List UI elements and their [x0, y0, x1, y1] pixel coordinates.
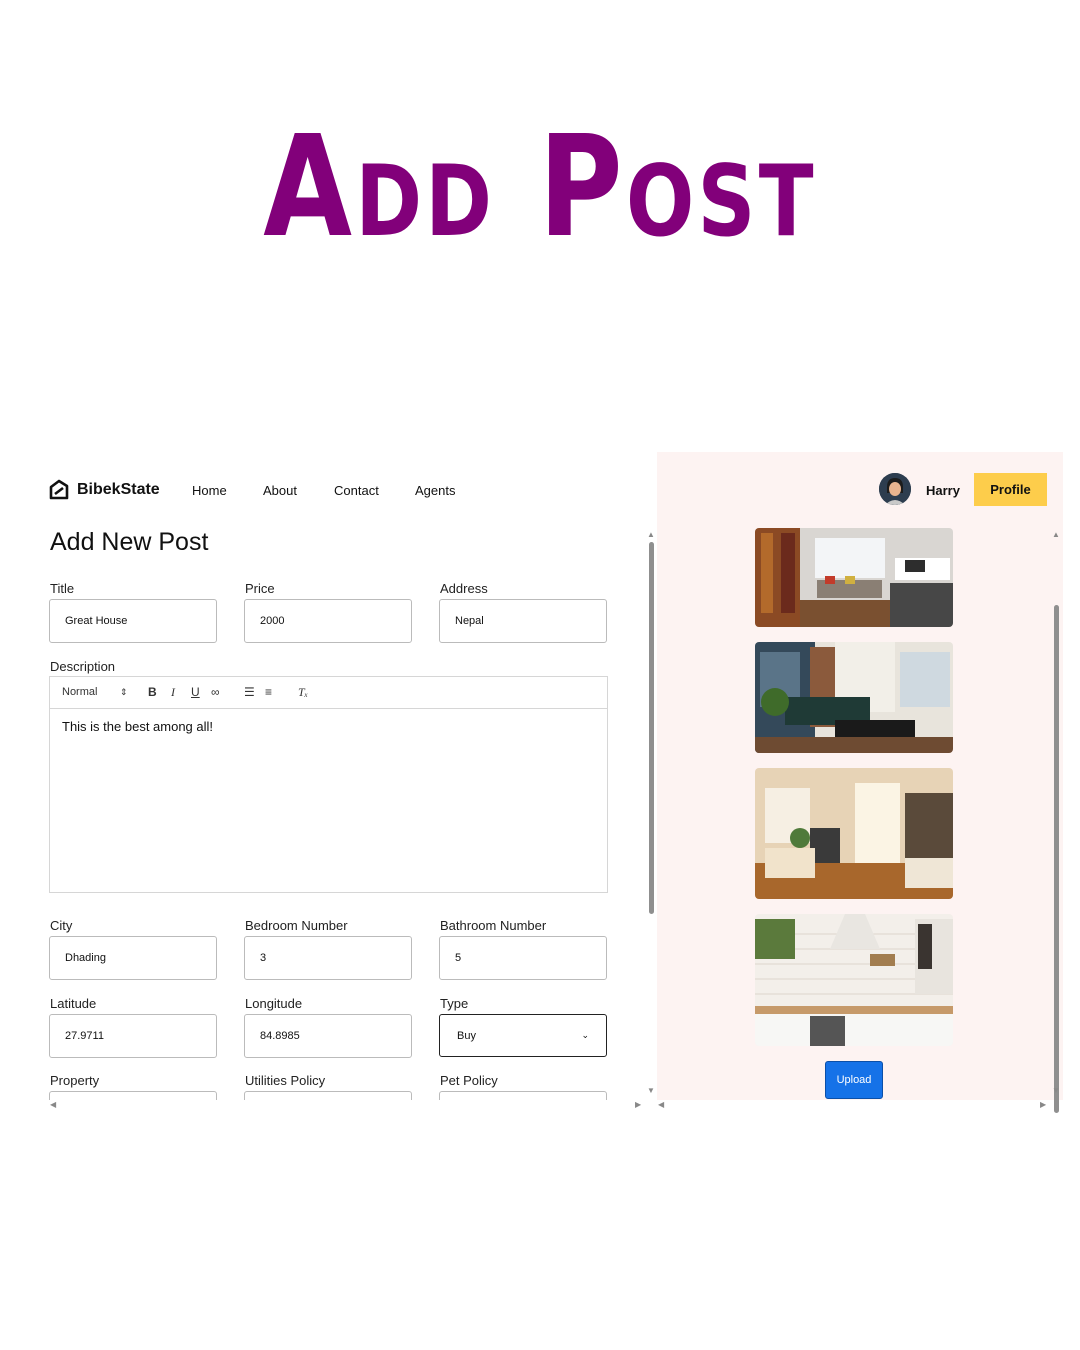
title-label: Title — [50, 581, 75, 596]
underline-icon[interactable]: U — [191, 685, 200, 699]
bedroom-label: Bedroom Number — [245, 918, 348, 933]
image-panel: Harry Profile Upload — [657, 452, 1063, 1100]
scroll-left-icon[interactable]: ◀ — [658, 1100, 664, 1109]
type-label: Type — [440, 996, 469, 1011]
price-label: Price — [245, 581, 275, 596]
italic-icon[interactable]: I — [171, 685, 175, 700]
ordered-list-icon[interactable]: ☰ — [244, 685, 255, 699]
title-input[interactable] — [49, 599, 217, 643]
scroll-up-icon[interactable]: ▲ — [647, 530, 655, 539]
property-photo-1 — [755, 528, 953, 627]
description-label: Description — [50, 659, 116, 674]
format-chevron-icon[interactable]: ⇕ — [120, 687, 128, 698]
page-heading: Add New Post — [50, 528, 209, 556]
brand-name: BibekState — [77, 481, 160, 498]
utilities-label: Utilities Policy — [245, 1073, 326, 1088]
hero-title: Add Post — [263, 106, 817, 269]
nav-contact[interactable]: Contact — [334, 483, 379, 498]
type-value: Buy — [457, 1029, 476, 1042]
property-photo-4 — [755, 914, 953, 1046]
city-input[interactable] — [49, 936, 217, 980]
scroll-down-icon[interactable]: ▼ — [647, 1086, 655, 1095]
image-horizontal-scrollbar[interactable]: ◀ ▶ — [658, 1099, 1050, 1111]
address-input[interactable] — [439, 599, 607, 643]
type-select[interactable]: Buy ⌄ — [439, 1014, 607, 1057]
scroll-right-icon[interactable]: ▶ — [635, 1100, 641, 1109]
nav-home[interactable]: Home — [192, 483, 227, 498]
address-label: Address — [440, 581, 488, 596]
image-vertical-scrollbar[interactable]: ▲ ▼ — [1050, 530, 1062, 1113]
bedroom-input[interactable] — [244, 936, 412, 980]
property-photo-3 — [755, 768, 953, 899]
longitude-label: Longitude — [245, 996, 303, 1011]
editor-toolbar: Normal ⇕ B I U ∞ ☰ ≡ Tₓ — [50, 677, 607, 709]
form-vertical-scrollbar[interactable]: ▲ ▼ — [645, 530, 657, 1096]
latitude-label: Latitude — [50, 996, 97, 1011]
brand-logo[interactable]: BibekState — [48, 479, 160, 501]
clear-format-icon[interactable]: Tₓ — [298, 685, 308, 700]
chevron-down-icon: ⌄ — [581, 1030, 589, 1040]
latitude-input[interactable] — [49, 1014, 217, 1058]
format-select[interactable]: Normal — [62, 686, 97, 698]
bathroom-input[interactable] — [439, 936, 607, 980]
price-input[interactable] — [244, 599, 412, 643]
upload-button[interactable]: Upload — [825, 1061, 883, 1099]
description-editor: Normal ⇕ B I U ∞ ☰ ≡ Tₓ This is the best… — [49, 676, 608, 893]
property-photo-2 — [755, 642, 953, 753]
nav-about[interactable]: About — [263, 483, 297, 498]
scroll-down-icon[interactable]: ▼ — [1052, 1086, 1060, 1095]
property-label: Property — [50, 1073, 100, 1088]
scroll-right-icon[interactable]: ▶ — [1040, 1100, 1046, 1109]
user-name: Harry — [926, 483, 960, 498]
link-icon[interactable]: ∞ — [211, 685, 220, 699]
house-logo-icon — [49, 479, 69, 500]
scroll-thumb[interactable] — [1054, 605, 1059, 1113]
scroll-up-icon[interactable]: ▲ — [1052, 530, 1060, 539]
scroll-thumb[interactable] — [649, 542, 654, 914]
description-text[interactable]: This is the best among all! — [50, 709, 607, 744]
longitude-input[interactable] — [244, 1014, 412, 1058]
form-panel: BibekState Home About Contact Agents Add… — [38, 452, 638, 1100]
form-horizontal-scrollbar[interactable]: ◀ ▶ — [50, 1099, 645, 1111]
navbar: BibekState Home About Contact Agents — [38, 452, 638, 532]
pet-label: Pet Policy — [440, 1073, 498, 1088]
bullet-list-icon[interactable]: ≡ — [265, 685, 272, 699]
profile-button[interactable]: Profile — [974, 473, 1047, 506]
city-label: City — [50, 918, 73, 933]
user-avatar-icon — [879, 473, 911, 505]
avatar[interactable] — [879, 473, 911, 505]
scroll-left-icon[interactable]: ◀ — [50, 1100, 56, 1109]
bathroom-label: Bathroom Number — [440, 918, 547, 933]
nav-agents[interactable]: Agents — [415, 483, 455, 498]
bold-icon[interactable]: B — [148, 685, 157, 699]
